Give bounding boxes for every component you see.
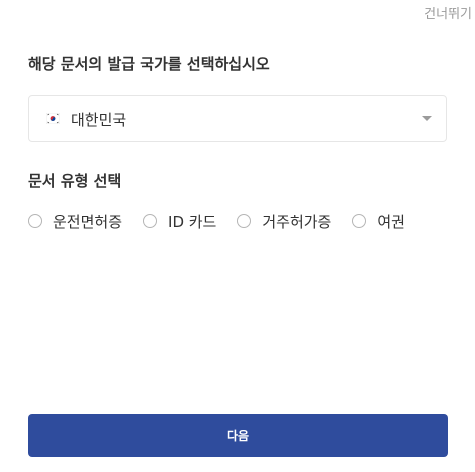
- option-id-card[interactable]: ID 카드: [143, 211, 216, 232]
- south-korea-flag-icon: [46, 113, 60, 124]
- option-residence-permit[interactable]: 거주허가증: [237, 211, 331, 232]
- option-drivers-license[interactable]: 운전면허증: [28, 211, 122, 232]
- option-label: 거주허가증: [262, 212, 332, 231]
- country-select[interactable]: 대한민국: [28, 95, 447, 142]
- option-label: 여권: [377, 212, 405, 231]
- option-label: ID 카드: [168, 212, 217, 231]
- skip-link[interactable]: 건너뛰기: [424, 3, 472, 22]
- document-type-title: 문서 유형 선택: [28, 172, 122, 190]
- radio-circle-icon[interactable]: [143, 214, 158, 228]
- chevron-down-icon: [422, 116, 432, 121]
- radio-circle-icon[interactable]: [352, 214, 367, 228]
- selected-country: 대한민국: [71, 111, 127, 129]
- country-section-title: 해당 문서의 발급 국가를 선택하십시오: [28, 55, 270, 73]
- document-type-options: 운전면허증 ID 카드 거주허가증 여권: [28, 210, 405, 232]
- radio-circle-icon[interactable]: [237, 214, 252, 228]
- document-issuer-page: 건너뛰기 해당 문서의 발급 국가를 선택하십시오 대한민국 문서 유형 선택 …: [0, 0, 475, 472]
- option-label: 운전면허증: [53, 212, 123, 231]
- next-button[interactable]: 다음: [28, 414, 448, 457]
- option-passport[interactable]: 여권: [352, 211, 405, 232]
- radio-circle-icon[interactable]: [28, 214, 42, 228]
